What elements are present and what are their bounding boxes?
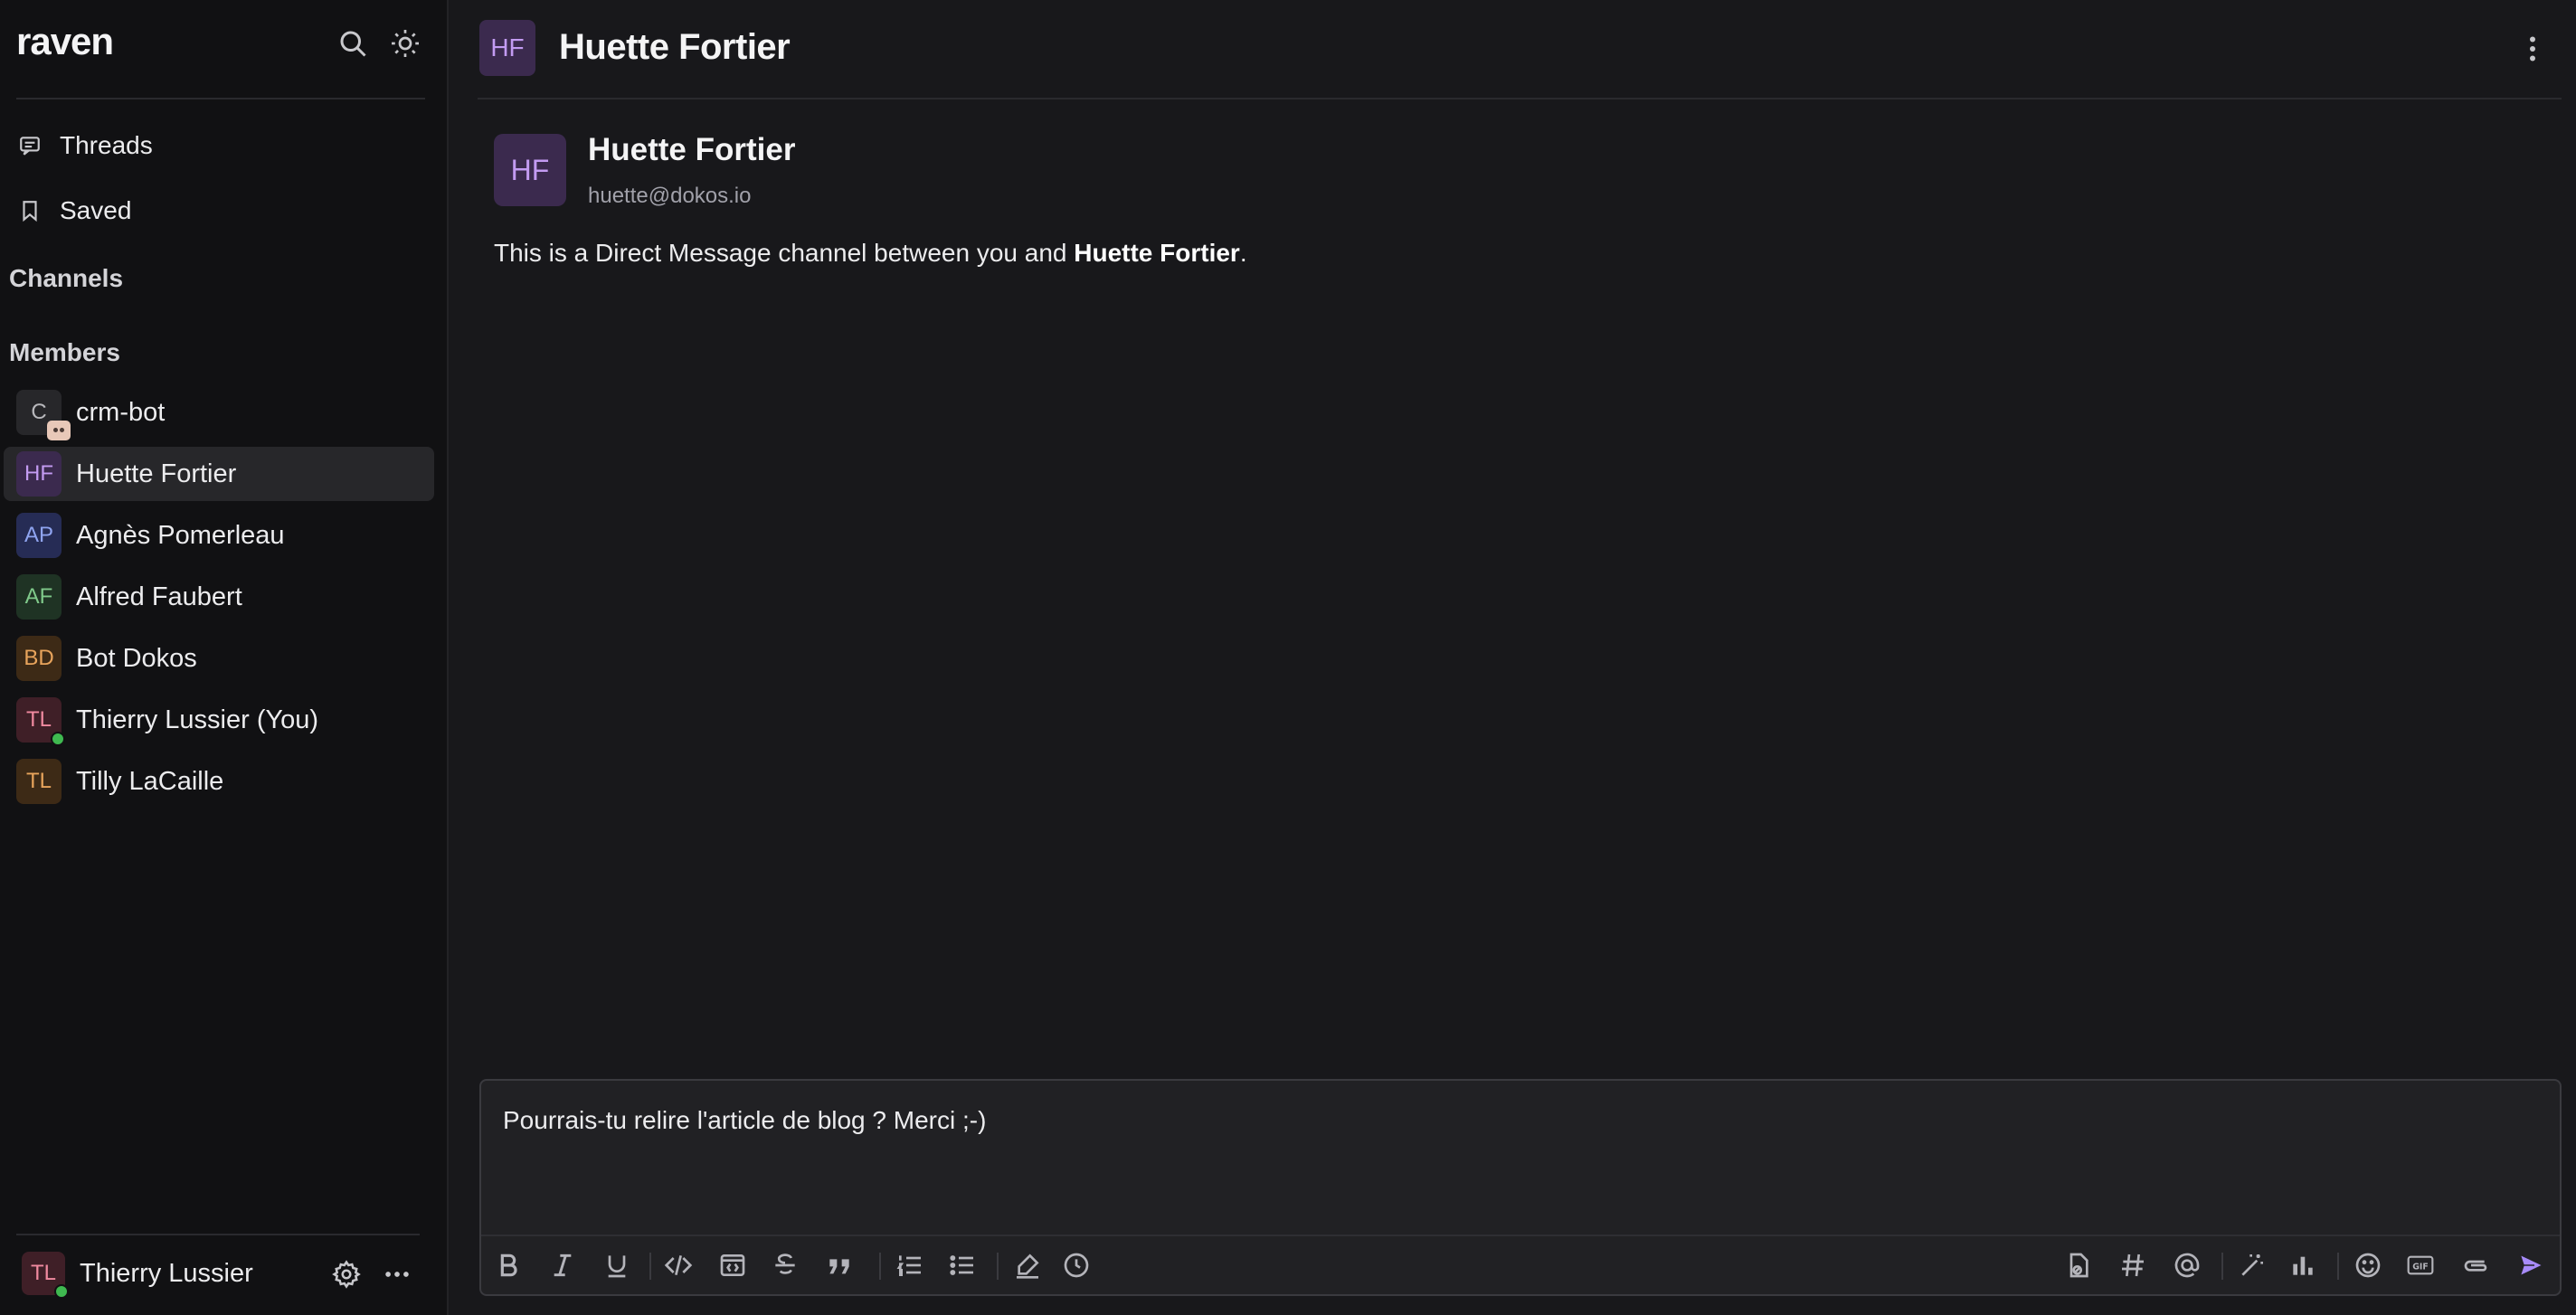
- more-options-icon[interactable]: [382, 1259, 412, 1290]
- bot-icon: [47, 421, 71, 440]
- sidebar-divider: [16, 98, 425, 99]
- threads-icon: [20, 137, 40, 156]
- intro-avatar[interactable]: HF: [494, 134, 566, 206]
- file-link-icon[interactable]: [2062, 1249, 2095, 1282]
- sidebar-item-label: Threads: [60, 131, 153, 159]
- bullet-list-icon[interactable]: [946, 1249, 979, 1282]
- dm-intro-suffix: .: [1239, 239, 1247, 267]
- online-status-dot: [51, 732, 65, 746]
- toolbar-separator: [879, 1253, 881, 1280]
- toolbar-separator: [997, 1253, 999, 1280]
- avatar: C: [16, 390, 71, 440]
- avatar: AP: [16, 513, 62, 558]
- code-block-icon[interactable]: [716, 1249, 749, 1282]
- strikethrough-icon[interactable]: [769, 1249, 801, 1282]
- gif-icon[interactable]: GIF: [2404, 1249, 2437, 1282]
- send-icon[interactable]: [2514, 1249, 2547, 1282]
- toolbar-separator: [2221, 1253, 2223, 1280]
- avatar-initials: TL: [25, 769, 52, 793]
- search-icon[interactable]: [336, 27, 369, 60]
- member-name: Huette Fortier: [76, 459, 237, 488]
- avatar: TL: [16, 697, 65, 746]
- ordered-list-icon[interactable]: [894, 1249, 926, 1282]
- member-name: crm-bot: [76, 397, 166, 427]
- bold-icon[interactable]: [492, 1249, 525, 1282]
- avatar-initials: HF: [24, 461, 53, 486]
- avatar: AF: [16, 574, 62, 620]
- intro-user-name[interactable]: Huette Fortier: [588, 132, 795, 168]
- avatar: TL: [16, 759, 62, 804]
- avatar: BD: [16, 636, 62, 681]
- toolbar-separator: [649, 1253, 651, 1280]
- avatar: TL: [22, 1252, 69, 1299]
- kebab-menu-icon[interactable]: [2516, 33, 2549, 65]
- code-icon[interactable]: [662, 1249, 695, 1282]
- avatar-initials: TL: [30, 1261, 56, 1285]
- member-name: Agnès Pomerleau: [76, 520, 285, 550]
- current-user-name: Thierry Lussier: [80, 1258, 253, 1288]
- attachment-icon[interactable]: [2458, 1249, 2491, 1282]
- sidebar-item-saved[interactable]: Saved: [18, 188, 131, 233]
- avatar-initials: TL: [25, 707, 52, 732]
- channels-section-header[interactable]: Channels: [9, 264, 123, 293]
- sidebar-member-item[interactable]: BD Bot Dokos: [4, 631, 434, 686]
- members-section-header[interactable]: Members: [9, 338, 120, 367]
- blockquote-icon[interactable]: [823, 1249, 856, 1282]
- avatar-initials: HF: [510, 153, 550, 186]
- avatar-initials: C: [31, 400, 47, 424]
- channel-header: HF Huette Fortier: [449, 0, 2576, 99]
- sidebar-member-item[interactable]: AF Alfred Faubert: [4, 570, 434, 624]
- member-name: Tilly LaCaille: [76, 766, 224, 796]
- sidebar-member-item[interactable]: TL Tilly LaCaille: [4, 754, 434, 809]
- avatar-initials: AP: [24, 523, 53, 547]
- underline-icon[interactable]: [601, 1249, 633, 1282]
- sidebar-item-threads[interactable]: Threads: [18, 123, 153, 168]
- app-logo[interactable]: raven: [16, 20, 114, 63]
- header-divider: [478, 98, 2562, 99]
- italic-icon[interactable]: [546, 1249, 579, 1282]
- magic-wand-icon[interactable]: [2236, 1249, 2268, 1282]
- message-composer[interactable]: Pourrais-tu relire l'article de blog ? M…: [479, 1079, 2562, 1296]
- dm-intro-name: Huette Fortier: [1074, 239, 1240, 267]
- avatar: HF: [16, 451, 62, 497]
- dm-intro-prefix: This is a Direct Message channel between…: [494, 239, 1075, 267]
- composer-toolbar-divider: [481, 1235, 2560, 1236]
- clock-icon[interactable]: [1060, 1249, 1093, 1282]
- mention-icon[interactable]: [2171, 1249, 2203, 1282]
- sidebar-footer-divider: [16, 1234, 420, 1235]
- highlight-pen-icon[interactable]: [1011, 1249, 1044, 1282]
- online-status-dot: [54, 1284, 69, 1299]
- sidebar-item-label: Saved: [60, 196, 132, 224]
- avatar-initials: HF: [490, 33, 525, 61]
- settings-gear-icon[interactable]: [331, 1259, 362, 1290]
- member-name: Bot Dokos: [76, 643, 197, 673]
- poll-chart-icon[interactable]: [2287, 1249, 2319, 1282]
- emoji-icon[interactable]: [2352, 1249, 2384, 1282]
- channel-title: Huette Fortier: [559, 27, 791, 67]
- theme-toggle-icon[interactable]: [389, 27, 421, 60]
- avatar-initials: BD: [24, 646, 54, 670]
- sidebar-member-item[interactable]: HF Huette Fortier: [4, 447, 434, 501]
- toolbar-separator: [2337, 1253, 2339, 1280]
- sidebar-member-item[interactable]: Ccrm-bot: [4, 385, 434, 440]
- intro-user-email: huette@dokos.io: [588, 184, 752, 208]
- member-name: Alfred Faubert: [76, 582, 242, 611]
- current-user[interactable]: TL Thierry Lussier: [22, 1252, 253, 1299]
- sidebar-member-item[interactable]: TL Thierry Lussier (You): [4, 693, 434, 747]
- bookmark-icon: [23, 201, 37, 222]
- svg-text:GIF: GIF: [2412, 1263, 2429, 1272]
- message-input[interactable]: Pourrais-tu relire l'article de blog ? M…: [503, 1106, 986, 1135]
- header-avatar[interactable]: HF: [479, 20, 535, 76]
- dm-intro-text: This is a Direct Message channel between…: [494, 239, 1247, 268]
- member-name: Thierry Lussier (You): [76, 705, 319, 734]
- sidebar: raven Threads Saved Channels Members Ccr…: [0, 0, 449, 1315]
- sidebar-member-item[interactable]: AP Agnès Pomerleau: [4, 508, 434, 563]
- hashtag-icon[interactable]: [2117, 1249, 2149, 1282]
- avatar-initials: AF: [24, 584, 53, 609]
